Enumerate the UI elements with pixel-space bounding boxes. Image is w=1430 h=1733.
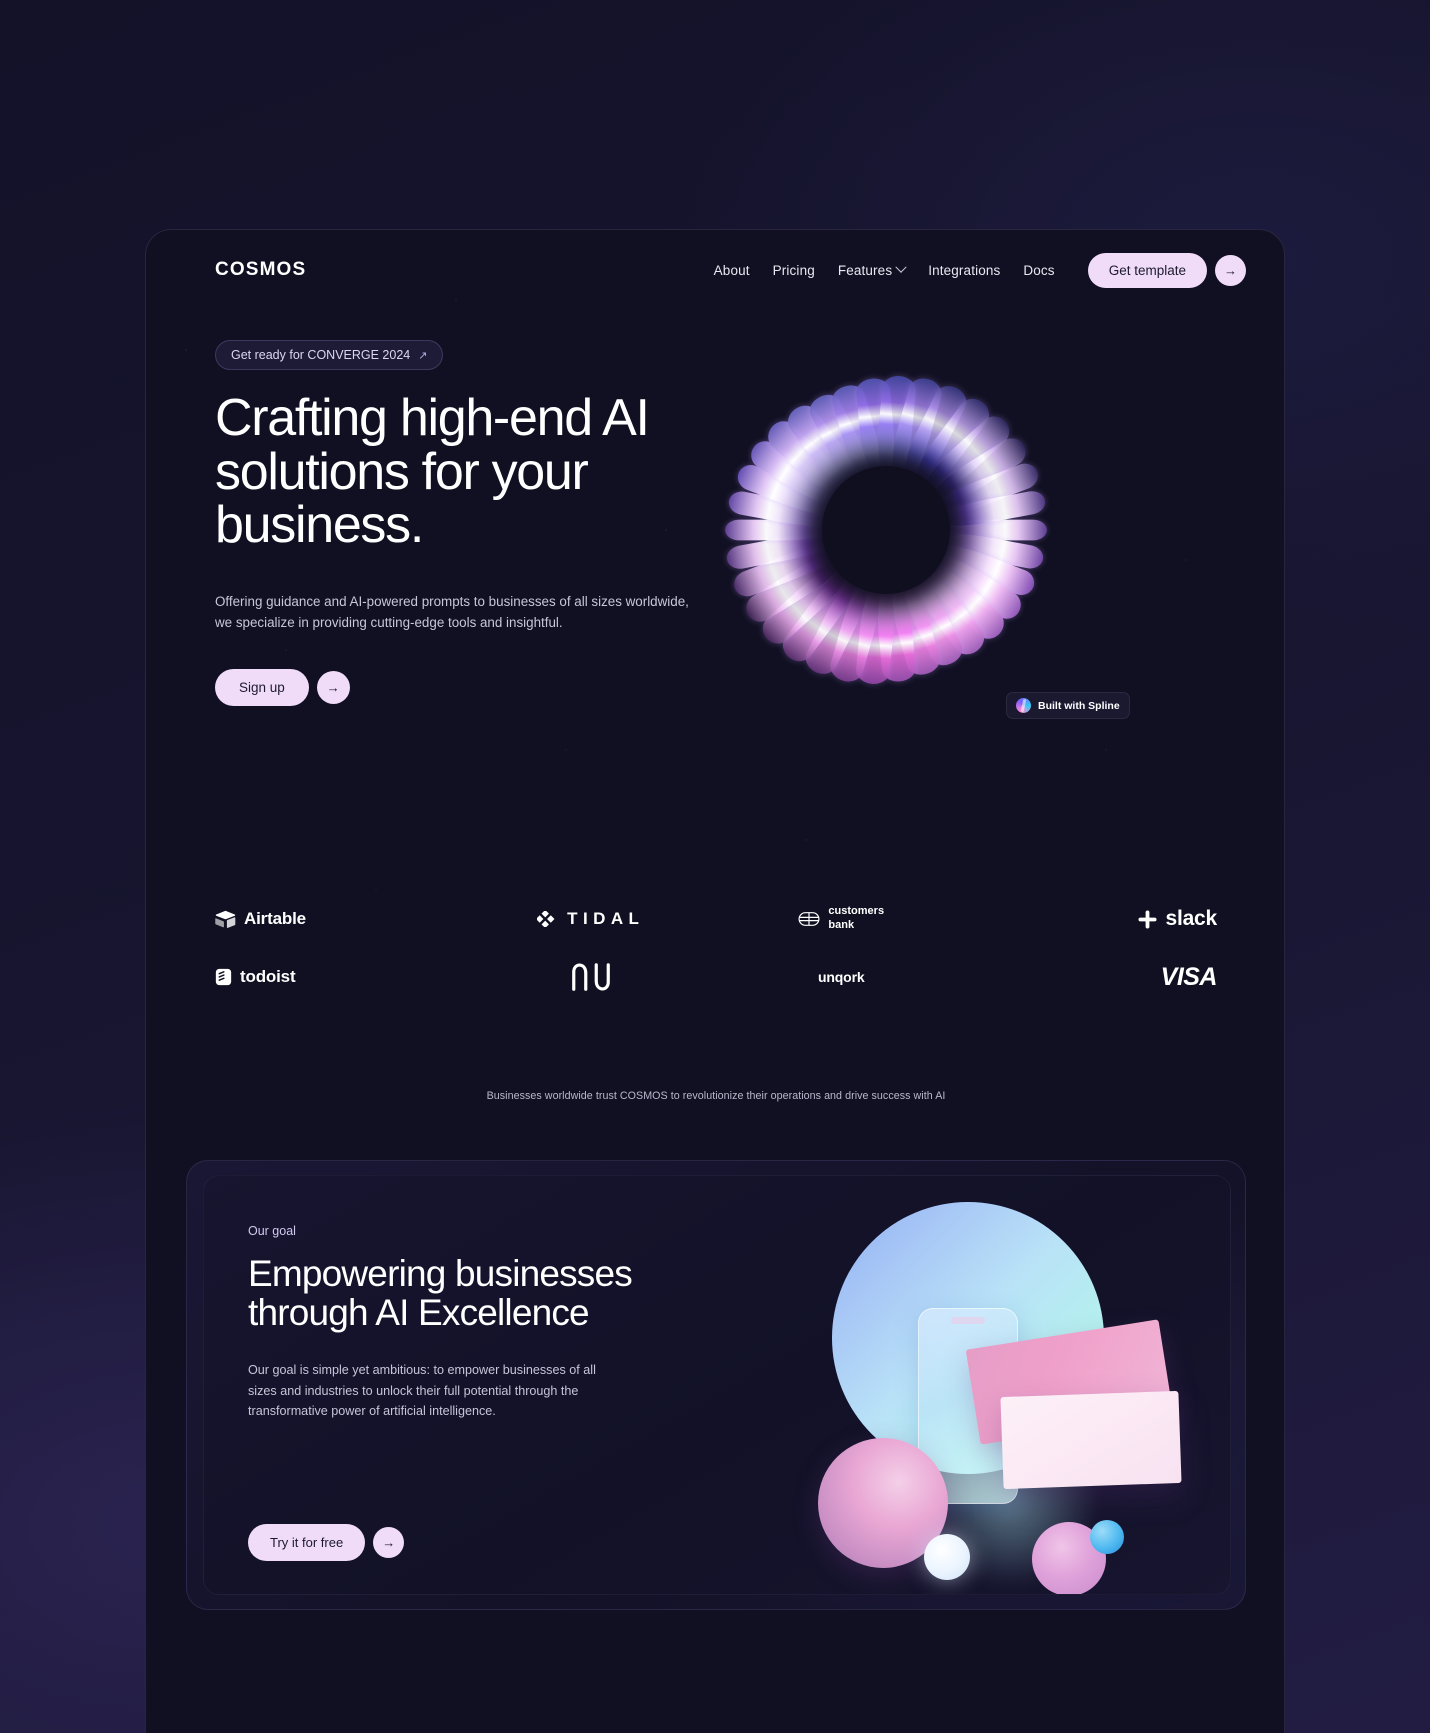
site-header: COSMOS About Pricing Features Integratio…	[146, 230, 1284, 310]
spline-badge-label: Built with Spline	[1038, 699, 1120, 712]
small-blue-sphere	[1090, 1520, 1124, 1554]
nav-item-integrations[interactable]: Integrations	[928, 263, 1000, 278]
nubank-icon	[571, 963, 610, 991]
logo-visa: VISA	[967, 963, 1218, 992]
logo-unqork: unqork	[716, 969, 967, 985]
nav-label: Docs	[1023, 262, 1055, 278]
logo-row-1: Airtable TIDAL customers bank slack	[215, 890, 1217, 948]
customers-bank-icon	[798, 912, 820, 926]
arrow-right-icon-button[interactable]: →	[1215, 254, 1246, 286]
logo-customers-bank: customers bank	[716, 905, 967, 933]
chevron-down-icon	[895, 261, 907, 273]
white-card-shape	[1000, 1390, 1182, 1490]
brand-logo[interactable]: COSMOS	[215, 259, 306, 281]
page-root: COSMOS About Pricing Features Integratio…	[0, 0, 1430, 1733]
nav-item-docs[interactable]: Docs	[1023, 263, 1054, 278]
announcement-badge[interactable]: Get ready for CONVERGE 2024 ↗	[215, 340, 444, 370]
goal-text-block: Our goal Empowering businesses through A…	[248, 1224, 668, 1422]
nav-label: Integrations	[928, 262, 1001, 278]
goal-body: Our goal is simple yet ambitious: to emp…	[248, 1363, 596, 1419]
logo-label: VISA	[1160, 962, 1218, 991]
trust-statement: Businesses worldwide trust COSMOS to rev…	[486, 1090, 946, 1102]
logo-slack: slack	[967, 907, 1217, 931]
hero-subtitle: Offering guidance and AI-powered prompts…	[215, 593, 689, 631]
built-with-spline-badge[interactable]: Built with Spline	[1006, 692, 1130, 719]
logo-nubank	[466, 962, 717, 992]
logo-label-line1: customers	[828, 905, 885, 918]
slack-icon	[1138, 909, 1158, 929]
logo-cloud: Airtable TIDAL customers bank slack todo…	[215, 890, 1218, 1006]
logo-label: TIDAL	[567, 909, 645, 928]
tidal-icon	[537, 911, 555, 927]
goal-3d-illustration	[766, 1186, 1206, 1594]
logo-label: Airtable	[244, 909, 306, 928]
logo-label: unqork	[817, 969, 865, 985]
header-actions: Get template →	[1087, 252, 1246, 288]
hero-title: Crafting high-end AI solutions for your …	[215, 389, 650, 555]
main-nav: About Pricing Features Integrations Docs…	[714, 252, 1246, 288]
logo-label: slack	[1165, 907, 1217, 930]
logo-row-2: todoist unqork VISA	[215, 948, 1218, 1006]
arrow-up-right-icon: ↗	[418, 349, 428, 362]
goal-arrow-right-icon-button[interactable]: →	[373, 1527, 405, 1558]
site-frame: COSMOS About Pricing Features Integratio…	[145, 229, 1285, 1733]
logo-airtable: Airtable	[215, 909, 466, 929]
todoist-icon	[215, 968, 232, 986]
goal-section-card: Our goal Empowering businesses through A…	[186, 1160, 1246, 1610]
nav-item-features[interactable]: Features	[837, 261, 907, 278]
goal-title: Empowering businesses through AI Excelle…	[248, 1253, 633, 1334]
announcement-badge-label: Get ready for CONVERGE 2024	[231, 348, 411, 362]
nav-item-pricing[interactable]: Pricing	[773, 263, 815, 278]
logo-tidal: TIDAL	[466, 909, 717, 929]
try-it-for-free-button[interactable]: Try it for free	[248, 1524, 366, 1561]
logo-label-line2: bank	[828, 919, 855, 931]
get-template-button[interactable]: Get template	[1087, 252, 1207, 288]
hero-3d-ring-graphic	[706, 350, 1066, 710]
hero-arrow-right-icon-button[interactable]: →	[316, 671, 350, 705]
logo-label-block: customers bank	[828, 905, 884, 933]
goal-eyebrow: Our goal	[248, 1224, 296, 1238]
goal-inner-panel: Our goal Empowering businesses through A…	[203, 1175, 1231, 1595]
logo-label: todoist	[240, 967, 296, 986]
logo-todoist: todoist	[215, 967, 466, 987]
nav-label: Pricing	[772, 262, 815, 278]
sign-up-button[interactable]: Sign up	[215, 669, 309, 707]
white-sphere	[924, 1534, 970, 1580]
airtable-icon	[215, 910, 236, 928]
nav-label: About	[713, 262, 750, 278]
ring-center-hole	[822, 466, 950, 594]
spline-logo-icon	[1016, 698, 1031, 713]
nav-label: Features	[837, 262, 893, 278]
nav-item-about[interactable]: About	[714, 263, 750, 278]
goal-cta-group: Try it for free →	[248, 1524, 405, 1561]
